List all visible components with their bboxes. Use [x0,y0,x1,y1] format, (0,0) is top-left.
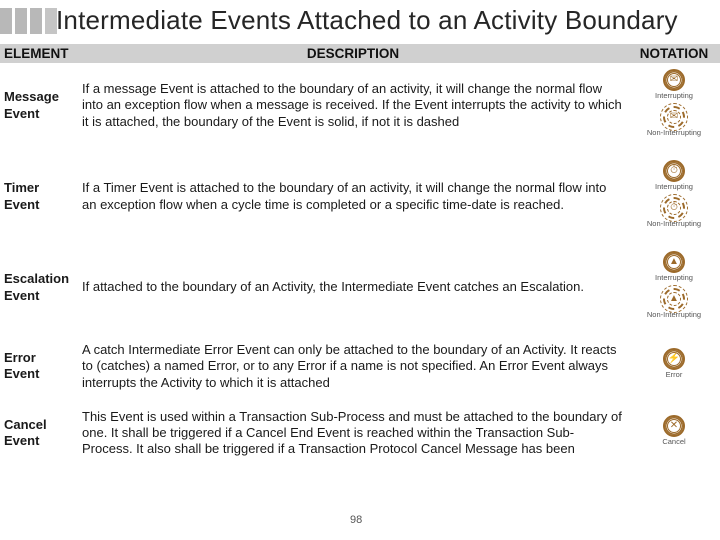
description-cell: This Event is used within a Transaction … [78,401,628,468]
notation-cell: ⏱Interrupting ⏱Non-Interrupting [628,152,720,243]
element-cell: Escalation Event [0,243,78,334]
title-accent-bars [0,8,57,34]
notation-cell: ▲Interrupting ▲Non-Interrupting [628,243,720,334]
notation-cell: ✕Cancel [628,401,720,468]
notation-cancel-icon: ✕Cancel [632,415,716,446]
table-row: Error EventA catch Intermediate Error Ev… [0,334,720,401]
table-header-row: ELEMENT DESCRIPTION NOTATION [0,44,720,63]
notation-noninterrupting-icon: ✉Non-Interrupting [632,106,716,137]
notation-noninterrupting-icon: ▲Non-Interrupting [632,288,716,319]
notation-cell: ✉Interrupting ✉Non-Interrupting [628,63,720,152]
th-notation: NOTATION [628,44,720,63]
description-cell: If attached to the boundary of an Activi… [78,243,628,334]
notation-cell: ⚡Error [628,334,720,401]
description-cell: If a message Event is attached to the bo… [78,63,628,152]
table-row: Message EventIf a message Event is attac… [0,63,720,152]
notation-interrupting-icon: ▲Interrupting [632,251,716,282]
element-cell: Cancel Event [0,401,78,468]
description-cell: If a Timer Event is attached to the boun… [78,152,628,243]
page-title: Intermediate Events Attached to an Activ… [56,5,678,36]
element-cell: Timer Event [0,152,78,243]
description-cell: A catch Intermediate Error Event can onl… [78,334,628,401]
notation-error-icon: ⚡Error [632,348,716,379]
notation-interrupting-icon: ✉Interrupting [632,69,716,100]
table-row: Escalation EventIf attached to the bound… [0,243,720,334]
events-table: ELEMENT DESCRIPTION NOTATION Message Eve… [0,44,720,470]
notation-interrupting-icon: ⏱Interrupting [632,160,716,191]
table-row: Timer EventIf a Timer Event is attached … [0,152,720,243]
page-number: 98 [350,514,362,526]
notation-noninterrupting-icon: ⏱Non-Interrupting [632,197,716,228]
th-description: DESCRIPTION [78,44,628,63]
element-cell: Message Event [0,63,78,152]
table-row: Cancel EventThis Event is used within a … [0,401,720,468]
th-element: ELEMENT [0,44,78,63]
element-cell: Error Event [0,334,78,401]
